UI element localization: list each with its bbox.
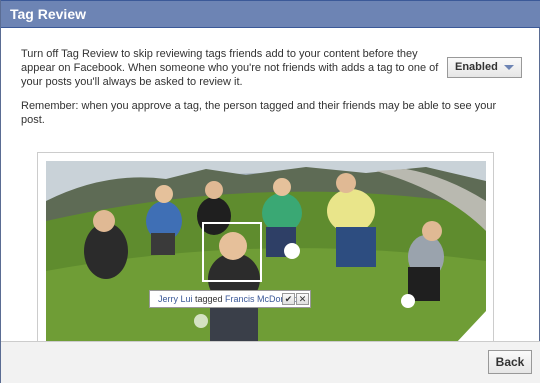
tagger-name-link[interactable]: Jerry Lui <box>158 294 193 304</box>
dialog-titlebar: Tag Review <box>1 0 540 28</box>
dialog-title: Tag Review <box>10 6 86 22</box>
dialog-footer <box>1 341 540 383</box>
tag-review-reminder: Remember: when you approve a tag, the pe… <box>21 100 497 126</box>
approve-tag-button[interactable]: ✔ <box>282 293 295 305</box>
tag-verb: tagged <box>192 294 226 304</box>
tag-review-setting-dropdown[interactable]: Enabled <box>447 57 522 78</box>
tag-notification-pill: Jerry Lui tagged Francis McDonald. ✔ ✕ <box>149 290 311 308</box>
tag-review-description: Turn off Tag Review to skip reviewing ta… <box>21 48 439 88</box>
tag-review-dialog: Tag Review Turn off Tag Review to skip r… <box>0 0 540 383</box>
example-photo-frame <box>37 152 494 343</box>
dropdown-selected-value: Enabled <box>455 61 498 73</box>
face-tag-box[interactable] <box>202 222 262 282</box>
back-button[interactable]: Back <box>488 350 532 374</box>
reject-tag-button[interactable]: ✕ <box>296 293 309 305</box>
example-photo <box>46 161 486 343</box>
chevron-down-icon <box>504 65 514 70</box>
